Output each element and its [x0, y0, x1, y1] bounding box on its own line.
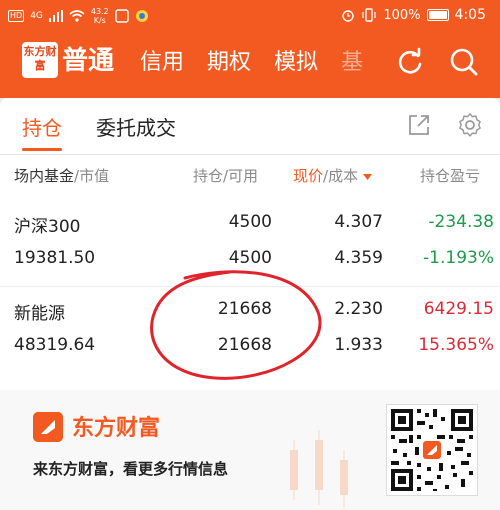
app-notification-icon: [115, 9, 129, 23]
tab-simulated[interactable]: 模拟: [274, 44, 318, 77]
alarm-icon: [342, 10, 355, 22]
holdings-card: 持仓 委托成交 场内基金/市值 持仓/可用 现价/成本 持仓盈亏 沪深300 1…: [0, 98, 500, 390]
app-header: 东方财富 普通 信用 期权 模拟 基: [0, 32, 500, 98]
available-qty: 4500: [228, 248, 272, 268]
column-price-cost[interactable]: 现价/成本: [293, 165, 372, 186]
sort-down-icon: [362, 174, 372, 180]
fund-name: 沪深300: [14, 217, 81, 237]
column-price: 现价: [293, 167, 324, 185]
tab-normal[interactable]: 普通: [62, 40, 114, 77]
signal-label: 4G: [30, 11, 43, 21]
qr-code[interactable]: [386, 404, 478, 496]
current-price: 2.230: [334, 299, 383, 319]
network-speed: 43.2 K/s: [91, 7, 109, 25]
account-type-tabs: 普通 信用 期权 模拟 基: [62, 44, 386, 77]
tab-fund[interactable]: 基: [341, 44, 363, 77]
column-market-value: /市值: [74, 167, 110, 185]
signal-icon: [48, 10, 63, 22]
logo-text: 东方财富: [23, 45, 57, 72]
status-bar: HD 4G 43.2 K/s 100% 4:05: [0, 0, 500, 32]
refresh-icon[interactable]: [394, 46, 426, 78]
position-qty: 4500: [228, 212, 272, 232]
battery-icon: [426, 9, 449, 21]
column-name-marketvalue: 场内基金/市值: [14, 165, 109, 186]
pnl-amount: -234.38: [428, 212, 494, 232]
speed-value: 43.2: [90, 7, 109, 16]
position-qty: 21668: [217, 299, 272, 319]
battery-percent: 100%: [383, 7, 421, 23]
column-name: 场内基金: [14, 167, 75, 185]
column-pnl: 持仓盈亏: [420, 167, 481, 185]
row-divider: [0, 286, 500, 287]
market-value: 19381.50: [14, 248, 96, 268]
tab-holdings[interactable]: 持仓: [22, 112, 62, 151]
app-logo[interactable]: 东方财富: [22, 42, 58, 78]
hd-badge: HD: [8, 10, 25, 22]
share-icon[interactable]: [406, 112, 432, 138]
pnl-percent: -1.193%: [423, 248, 494, 268]
available-qty: 21668: [217, 335, 272, 355]
pnl-amount: 6429.15: [423, 299, 494, 319]
column-position-available: 持仓/可用: [193, 167, 259, 185]
fund-name: 新能源: [14, 304, 65, 324]
candlestick-decoration-icon: [290, 430, 348, 508]
tab-options[interactable]: 期权: [207, 44, 251, 77]
settings-gear-icon[interactable]: [457, 112, 483, 138]
wifi-icon: [69, 10, 85, 22]
clock-time: 4:05: [454, 7, 486, 23]
tab-divider: [0, 154, 500, 155]
holdings-subtabs: 持仓 委托成交: [22, 112, 176, 151]
cost-price: 1.933: [334, 335, 383, 355]
ad-tagline: 来东方财富，看更多行情信息: [33, 460, 229, 478]
column-cost: /成本: [323, 167, 359, 185]
ad-brand-name: 东方财富: [72, 416, 161, 441]
status-right: 100% 4:05: [341, 7, 486, 23]
pnl-percent: 15.365%: [418, 335, 494, 355]
app-color-icon: [135, 10, 148, 22]
speed-unit: K/s: [93, 16, 106, 25]
tab-margin[interactable]: 信用: [140, 44, 184, 77]
tab-orders-trades[interactable]: 委托成交: [96, 112, 176, 151]
market-value: 48319.64: [14, 335, 96, 355]
search-icon[interactable]: [448, 46, 480, 78]
current-price: 4.307: [334, 212, 383, 232]
brand-logo-icon: [33, 412, 63, 442]
vibrate-icon: [362, 8, 376, 22]
cost-price: 4.359: [334, 248, 383, 268]
status-left: HD 4G 43.2 K/s: [8, 7, 149, 25]
